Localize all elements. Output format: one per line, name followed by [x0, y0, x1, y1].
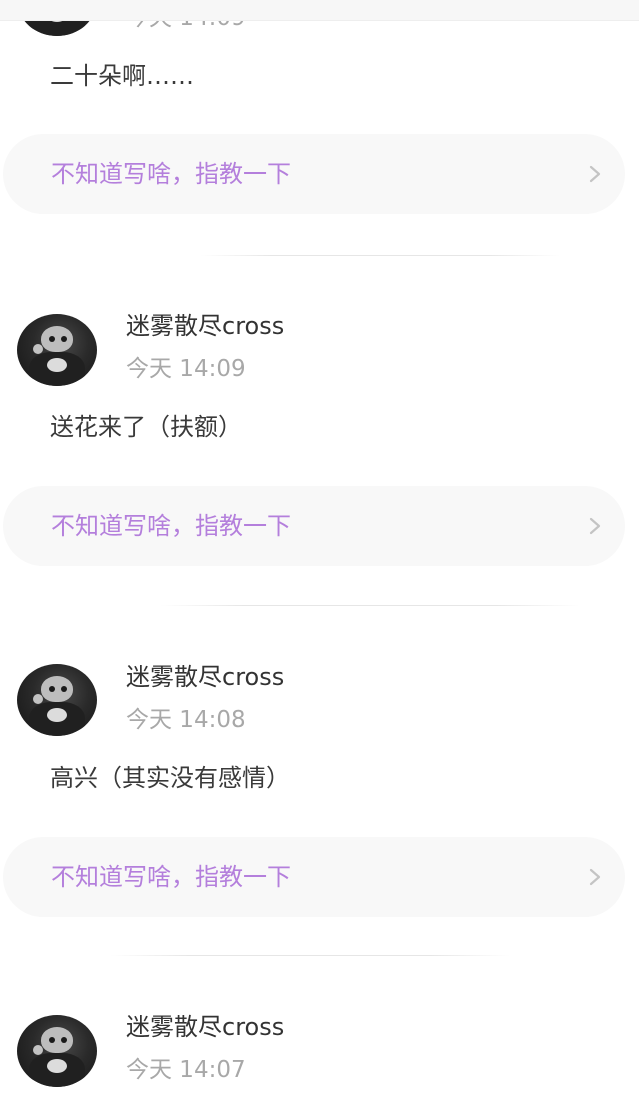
reply-prompt-text: 不知道写啥，指教一下 [51, 512, 291, 540]
avatar-hand-shape [47, 1059, 67, 1073]
comment-username[interactable]: 迷雾散尽cross [126, 662, 284, 692]
comment-text: 高兴（其实没有感情） [50, 764, 290, 792]
item-divider [160, 605, 580, 606]
avatar-hand-shape [47, 358, 67, 372]
chevron-right-icon [589, 517, 601, 535]
avatar-hand-shape [47, 708, 67, 722]
item-divider [200, 255, 560, 256]
comment-timestamp: 今天 14:07 [126, 1057, 246, 1083]
reply-prompt-card[interactable]: 不知道写啥，指教一下 [3, 134, 625, 214]
comment-timestamp: 今天 14:08 [126, 707, 246, 733]
avatar-face-shape [41, 326, 73, 352]
reply-prompt-text: 不知道写啥，指教一下 [51, 863, 291, 891]
avatar[interactable] [17, 314, 97, 386]
comment-username[interactable]: 迷雾散尽cross [126, 1012, 284, 1042]
avatar[interactable] [17, 1015, 97, 1087]
chevron-right-icon [589, 165, 601, 183]
comment-username[interactable]: 迷雾散尽cross [126, 311, 284, 341]
avatar-eye-shape [61, 336, 67, 342]
chevron-right-icon [589, 868, 601, 886]
comment-timestamp: 今天 14:09 [126, 356, 246, 382]
avatar-glow-shape [33, 694, 43, 704]
header-edge [0, 0, 639, 21]
avatar-eye-shape [49, 686, 55, 692]
comment-text: 送花来了（扶额） [50, 413, 242, 441]
comment-feed: 今天 14:09 二十朵啊…… 不知道写啥，指教一下 迷雾散尽cross 今天 … [0, 0, 639, 1094]
avatar-glow-shape [33, 344, 43, 354]
reply-prompt-card[interactable]: 不知道写啥，指教一下 [3, 837, 625, 917]
avatar-eye-shape [49, 336, 55, 342]
item-divider [110, 955, 510, 956]
comment-text: 二十朵啊…… [50, 62, 194, 90]
reply-prompt-card[interactable]: 不知道写啥，指教一下 [3, 486, 625, 566]
avatar-face-shape [41, 676, 73, 702]
reply-prompt-text: 不知道写啥，指教一下 [51, 160, 291, 188]
avatar-glow-shape [33, 1045, 43, 1055]
avatar-eye-shape [49, 1037, 55, 1043]
avatar-face-shape [41, 1027, 73, 1053]
avatar-eye-shape [61, 1037, 67, 1043]
avatar[interactable] [17, 664, 97, 736]
avatar-eye-shape [61, 686, 67, 692]
